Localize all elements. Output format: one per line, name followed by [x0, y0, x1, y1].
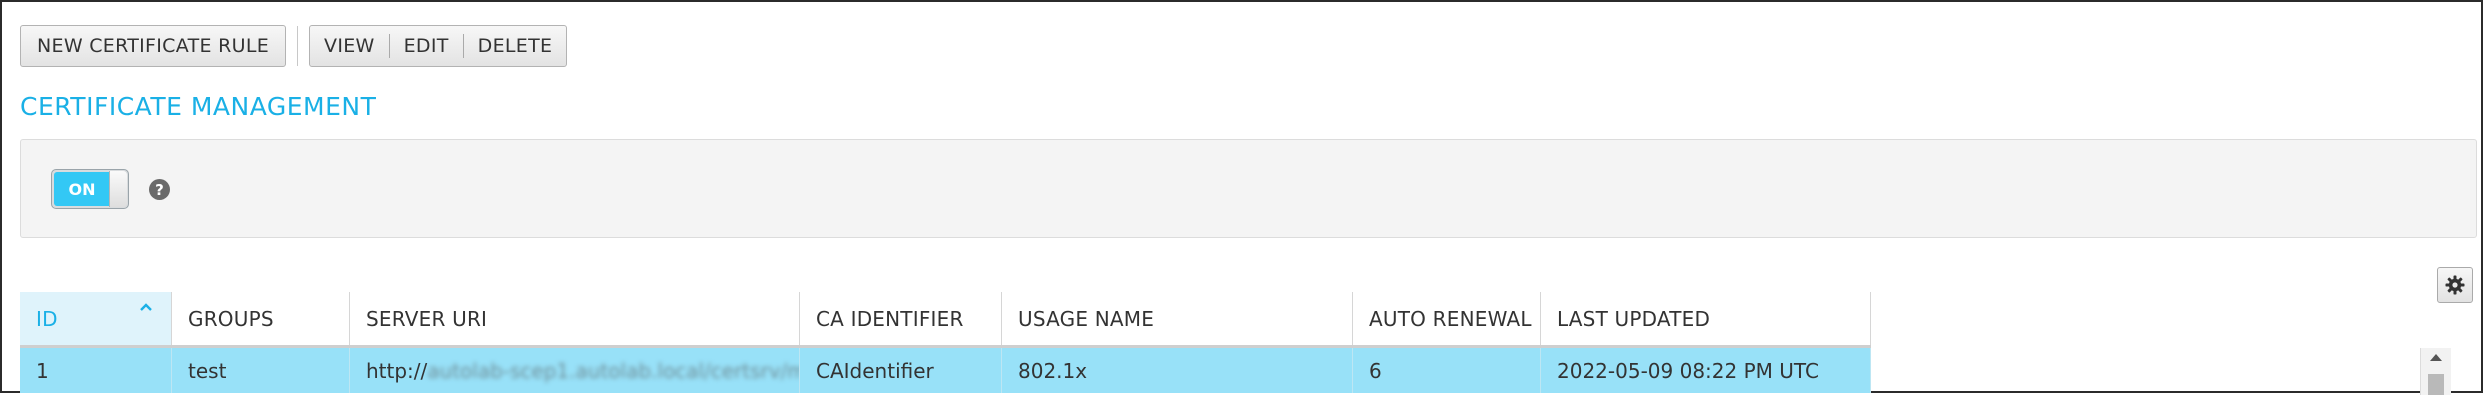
cell-id: 1: [20, 348, 172, 393]
table-header: ID GROUPS SERVER URI CA IDENTIFIER USAGE…: [20, 292, 1871, 348]
table-scrollbar[interactable]: [2420, 348, 2451, 395]
view-button[interactable]: VIEW: [310, 26, 389, 66]
page-title: CERTIFICATE MANAGEMENT: [20, 92, 377, 121]
column-header-last-updated[interactable]: LAST UPDATED: [1541, 292, 1871, 345]
sort-ascending-icon: [140, 303, 152, 311]
gear-icon: [2445, 275, 2465, 295]
toggle-knob: [109, 171, 127, 207]
column-settings-button[interactable]: [2437, 267, 2473, 303]
cell-server-uri: http:// autolab-scep1.autolab.local/cert…: [350, 348, 800, 393]
column-header-server-uri[interactable]: SERVER URI: [350, 292, 800, 345]
column-header-ca-identifier[interactable]: CA IDENTIFIER: [800, 292, 1002, 345]
settings-panel: ON ?: [20, 139, 2477, 238]
toolbar: NEW CERTIFICATE RULE VIEW EDIT DELETE: [20, 24, 568, 68]
cell-ca-identifier: CAIdentifier: [800, 348, 1002, 393]
table-row[interactable]: 1 test http:// autolab-scep1.autolab.loc…: [20, 348, 1871, 393]
server-uri-prefix: http://: [366, 358, 428, 383]
column-header-id[interactable]: ID: [20, 292, 172, 345]
delete-button[interactable]: DELETE: [464, 26, 567, 66]
column-header-groups[interactable]: GROUPS: [172, 292, 350, 345]
toolbar-divider: [297, 26, 299, 66]
help-icon[interactable]: ?: [149, 179, 170, 200]
cell-usage-name: 802.1x: [1002, 348, 1353, 393]
cell-groups: test: [172, 348, 350, 393]
cell-last-updated: 2022-05-09 08:22 PM UTC: [1541, 348, 1871, 393]
column-header-label: ID: [36, 306, 58, 331]
toggle-state-label: ON: [54, 172, 110, 206]
new-certificate-rule-button[interactable]: NEW CERTIFICATE RULE: [20, 25, 287, 67]
edit-button[interactable]: EDIT: [390, 26, 463, 66]
server-uri-redacted: autolab-scep1.autolab.local/certsrv/msce…: [427, 358, 799, 383]
row-actions-group: VIEW EDIT DELETE: [309, 25, 568, 67]
column-header-usage-name[interactable]: USAGE NAME: [1002, 292, 1353, 345]
cell-auto-renewal: 6: [1353, 348, 1541, 393]
certificate-management-toggle[interactable]: ON: [51, 169, 129, 209]
scroll-thumb[interactable]: [2428, 374, 2444, 395]
column-header-auto-renewal[interactable]: AUTO RENEWAL: [1353, 292, 1541, 345]
scroll-up-arrow-icon[interactable]: [2430, 354, 2442, 361]
